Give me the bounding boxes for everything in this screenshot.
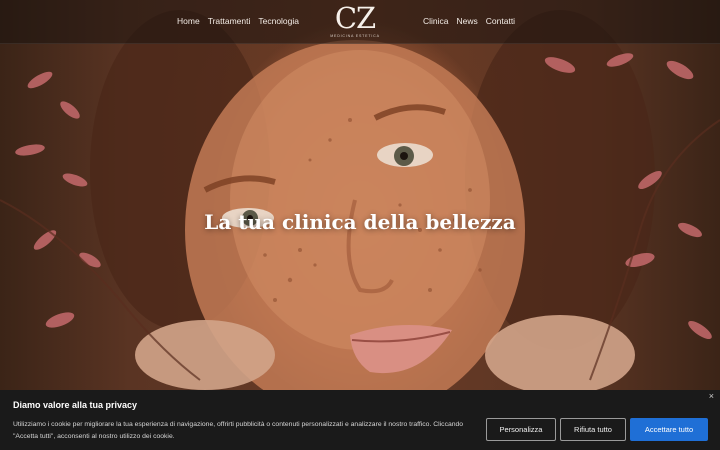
cookie-text: Utilizziamo i cookie per migliorare la t… <box>13 421 464 440</box>
cookie-banner: × Diamo valore alla tua privacy Utilizzi… <box>0 390 720 450</box>
nav-home[interactable]: Home <box>177 16 200 26</box>
hero-headline: La tua clinica della bellezza <box>204 210 516 234</box>
logo-mark: CZ <box>334 1 376 35</box>
logo-subtitle: Medicina Estetica <box>330 34 380 38</box>
nav-tecnologia[interactable]: Tecnologia <box>258 16 299 26</box>
cookie-title: Diamo valore alla tua privacy <box>13 400 138 410</box>
reject-all-button[interactable]: Rifiuta tutto <box>560 418 626 441</box>
close-icon[interactable]: × <box>709 391 714 401</box>
site-logo[interactable]: CZ Medicina Estetica <box>327 2 383 38</box>
nav-news[interactable]: News <box>457 16 478 26</box>
nav-clinica[interactable]: Clinica <box>423 16 449 26</box>
nav-trattamenti[interactable]: Trattamenti <box>208 16 251 26</box>
accept-all-button[interactable]: Accettare tutto <box>630 418 708 441</box>
nav-contatti[interactable]: Contatti <box>486 16 515 26</box>
customize-button[interactable]: Personalizza <box>486 418 556 441</box>
nav-left: Home Trattamenti Tecnologia <box>177 16 299 26</box>
site-header: Home Trattamenti Tecnologia CZ Medicina … <box>0 0 720 44</box>
nav-right: Clinica News Contatti <box>423 16 515 26</box>
